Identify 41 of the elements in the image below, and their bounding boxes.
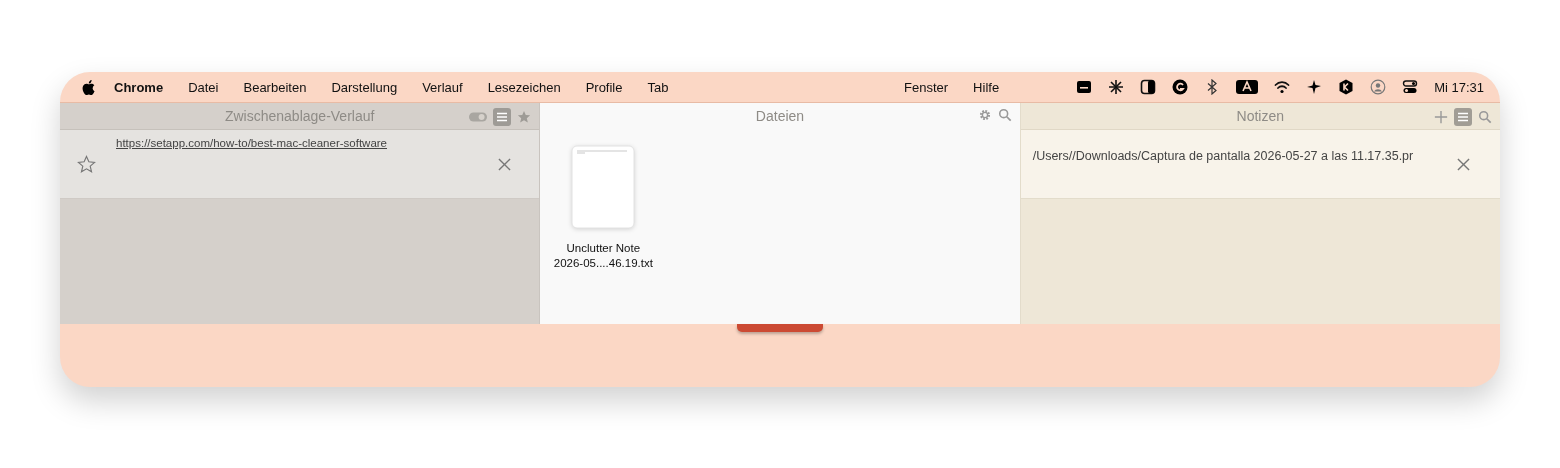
star-icon[interactable] xyxy=(517,110,532,124)
toggle-icon[interactable] xyxy=(469,111,488,123)
menu-item[interactable]: Profile xyxy=(585,79,623,95)
badge-k-icon[interactable] xyxy=(1338,79,1355,95)
contrast-icon[interactable] xyxy=(1140,79,1157,95)
airplane-icon[interactable] xyxy=(1306,79,1323,95)
menu-item[interactable]: Darstellung xyxy=(331,79,398,95)
tab-handle[interactable] xyxy=(737,324,823,332)
list-icon[interactable] xyxy=(493,108,512,126)
keyboard-input-icon[interactable] xyxy=(1236,79,1259,95)
control-center-icon[interactable] xyxy=(1402,79,1419,95)
panel-title: Notizen xyxy=(1236,108,1285,124)
panel-title: Zwischenablage-Verlauf xyxy=(224,108,375,124)
close-icon[interactable] xyxy=(498,158,512,171)
menu-item[interactable]: Datei xyxy=(188,79,219,95)
clipboard-link[interactable]: https://setapp.com/how-to/best-mac-cleaner-software xyxy=(116,137,387,149)
apple-logo-icon[interactable] xyxy=(82,79,95,95)
menu-item[interactable]: Chrome xyxy=(114,79,164,95)
file-name[interactable]: Unclutter Note 2026-05....46.19.txt xyxy=(553,241,653,271)
menu-item[interactable]: Hilfe xyxy=(973,79,1000,95)
search-icon[interactable] xyxy=(1478,110,1492,124)
menu-item[interactable]: Tab xyxy=(647,79,669,95)
sparkle-icon[interactable] xyxy=(1108,79,1125,95)
document-thumbnail[interactable] xyxy=(571,145,636,229)
plus-icon[interactable] xyxy=(1434,110,1448,124)
menu-item[interactable]: Verlauf xyxy=(422,79,463,95)
tray-icon[interactable] xyxy=(1076,79,1093,95)
grammar-icon[interactable] xyxy=(1172,79,1189,95)
settings-icon[interactable] xyxy=(977,108,992,122)
list-icon[interactable] xyxy=(1454,108,1472,126)
menu-item[interactable]: Lesezeichen xyxy=(487,79,561,95)
clock[interactable]: Mi 17:31 xyxy=(1434,79,1484,95)
wifi-icon[interactable] xyxy=(1274,79,1291,95)
menu-item[interactable]: Fenster xyxy=(904,79,949,95)
search-icon[interactable] xyxy=(997,108,1012,122)
close-icon[interactable] xyxy=(1457,158,1470,171)
note-text[interactable]: /Users//Downloads/Captura de pantalla 2026-05-27 a las 11.17.35.pr xyxy=(1032,149,1414,163)
panel-title: Dateien xyxy=(755,108,805,124)
menu-item[interactable]: Bearbeiten xyxy=(243,79,307,95)
user-icon[interactable] xyxy=(1370,79,1387,95)
star-icon[interactable] xyxy=(77,155,96,174)
